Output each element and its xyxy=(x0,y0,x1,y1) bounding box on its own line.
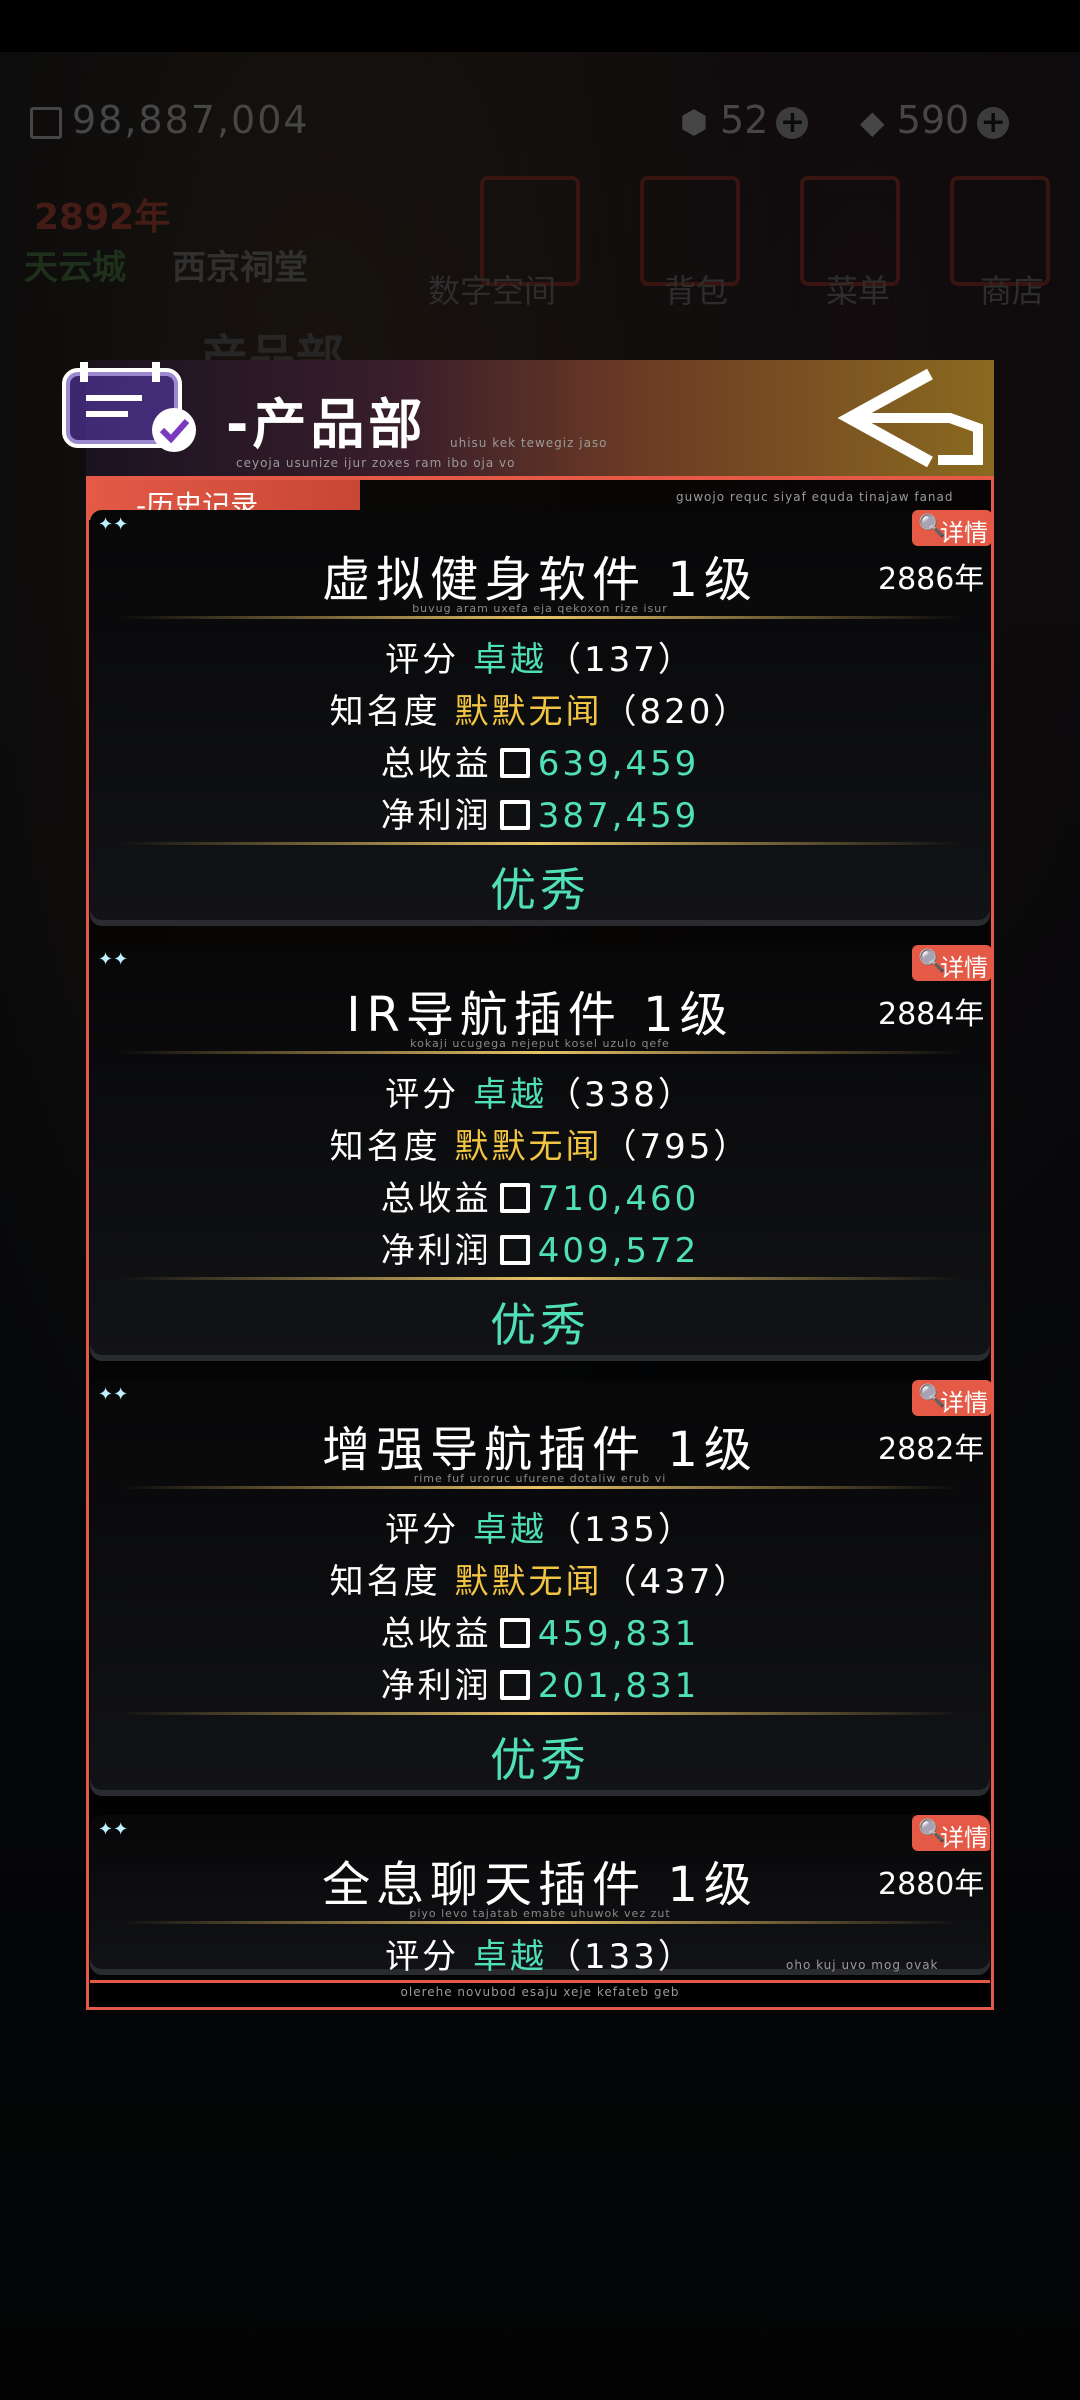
title-subtext: uhisu kek tewegiz jaso xyxy=(450,436,608,450)
score-row: 评分 卓越（338） xyxy=(385,1075,695,1115)
score-row: 评分 卓越（137） xyxy=(385,640,695,680)
product-card: ✦✦ 🔍 详情 2882年 增强导航插件 1级 rime fuf uroruc u… xyxy=(90,1380,992,1796)
product-subtext: piyo levo tajatab emabe uhuwok vez zut xyxy=(409,1907,671,1920)
fame-row: 知名度 默默无闻（437） xyxy=(329,1562,751,1602)
currency-icon xyxy=(499,748,530,778)
product-card: ✦✦ 🔍 详情 2880年 全息聊天插件 1级 piyo levo tajatab… xyxy=(90,1815,990,1975)
profit-row: 净利润 387,459 xyxy=(380,796,700,836)
back-arrow-icon[interactable] xyxy=(830,364,990,470)
score-row: 评分 卓越（135） xyxy=(385,1510,695,1550)
product-card: ✦✦ 🔍 详情 2884年 IR导航插件 1级 kokaji ucugega ne… xyxy=(90,945,992,1361)
divider xyxy=(120,1277,960,1280)
divider xyxy=(120,1486,960,1489)
footer-subtext: olerehe novubod esaju xeje kefateb geb xyxy=(400,1985,680,1999)
profit-row: 净利润 201,831 xyxy=(380,1666,700,1706)
product-card: ✦✦ 🔍 详情 2886年 虚拟健身软件 1级 buvug aram uxefa … xyxy=(90,510,992,926)
panel-header: -产品部 uhisu kek tewegiz jaso ceyoja usuni… xyxy=(62,360,994,480)
grade-label: 优秀 xyxy=(490,1733,590,1787)
product-history-panel: -产品部 uhisu kek tewegiz jaso ceyoja usuni… xyxy=(62,360,994,2010)
title-subtext-2: ceyoja usunize ijur zoxes ram ibo oja vo xyxy=(236,456,516,470)
revenue-row: 总收益 639,459 xyxy=(380,744,700,784)
product-name: IR导航插件 1级 xyxy=(346,987,734,1043)
product-name: 增强导航插件 1级 xyxy=(322,1422,758,1478)
currency-icon xyxy=(499,1670,530,1700)
sparkle-icon: ✦✦ xyxy=(98,1384,129,1405)
divider xyxy=(120,1921,960,1924)
currency-icon xyxy=(499,800,530,830)
divider xyxy=(120,616,960,619)
sparkle-icon: ✦✦ xyxy=(98,1819,129,1840)
revenue-row: 总收益 710,460 xyxy=(380,1179,700,1219)
currency-icon xyxy=(499,1183,530,1213)
divider xyxy=(120,1712,960,1715)
product-name: 虚拟健身软件 1级 xyxy=(322,552,758,608)
sparkle-icon: ✦✦ xyxy=(98,949,129,970)
divider xyxy=(120,842,960,845)
currency-icon xyxy=(499,1618,530,1648)
grade-label: 优秀 xyxy=(490,1298,590,1352)
divider xyxy=(120,1051,960,1054)
product-subtext: buvug aram uxefa eja qekoxon rize isur xyxy=(412,602,668,615)
product-subtext: kokaji ucugega nejeput kosel uzulo qefe xyxy=(410,1037,670,1050)
panel-footer: olerehe novubod esaju xeje kefateb geb xyxy=(90,1980,990,2005)
revenue-row: 总收益 459,831 xyxy=(380,1614,700,1654)
tab-subtext: guwojo requc siyaf equda tinajaw fanad xyxy=(676,490,954,504)
footer-note: oho kuj uvo mog ovak xyxy=(786,1958,939,1972)
panel-title: -产品部 xyxy=(226,393,427,456)
fame-row: 知名度 默默无闻（795） xyxy=(329,1127,751,1167)
fame-row: 知名度 默默无闻（820） xyxy=(329,692,751,732)
profit-row: 净利润 409,572 xyxy=(380,1231,700,1271)
sparkle-icon: ✦✦ xyxy=(98,514,129,535)
currency-icon xyxy=(499,1235,530,1265)
product-name: 全息聊天插件 1级 xyxy=(322,1857,758,1913)
product-subtext: rime fuf uroruc ufurene dotaliw erub vi xyxy=(413,1472,667,1485)
task-list-icon xyxy=(62,362,196,452)
grade-label: 优秀 xyxy=(490,863,590,917)
